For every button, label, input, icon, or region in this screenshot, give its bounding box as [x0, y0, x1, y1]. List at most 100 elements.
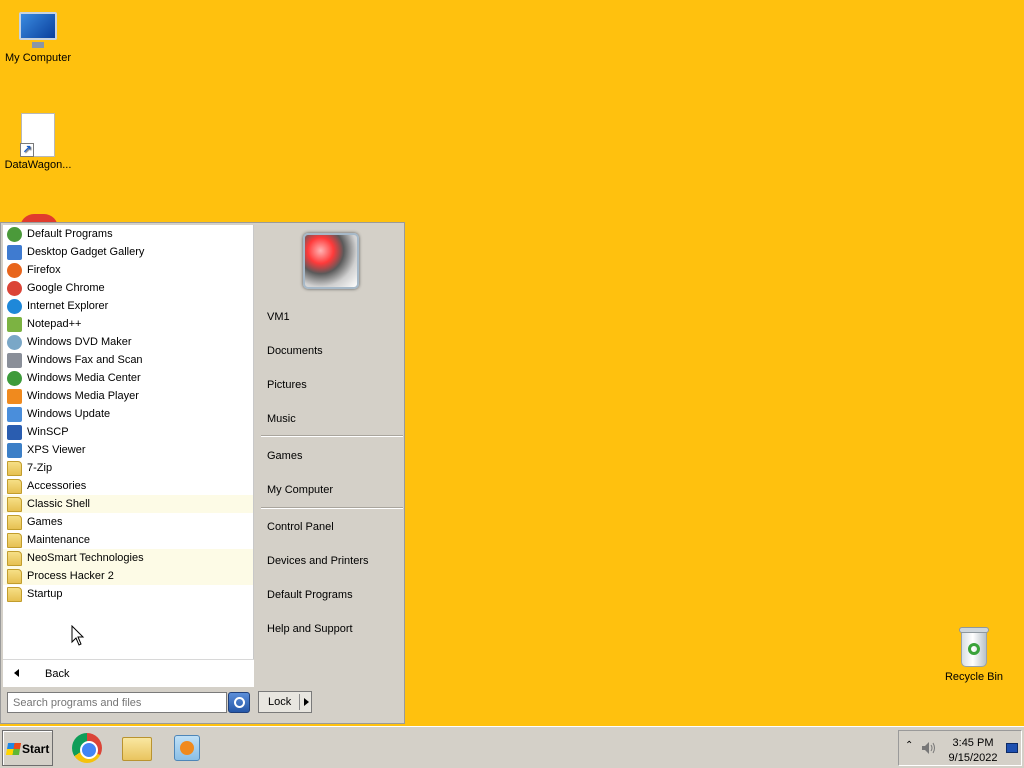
desktop-icon-datawagon[interactable]: ↗ DataWagon...: [0, 113, 78, 171]
winscp-icon: [7, 425, 22, 440]
program-item[interactable]: Default Programs: [3, 225, 253, 243]
chevron-right-icon[interactable]: [304, 698, 309, 706]
program-item-label: XPS Viewer: [27, 444, 86, 456]
program-item[interactable]: Windows Media Player: [3, 387, 253, 405]
program-item[interactable]: NeoSmart Technologies: [3, 549, 253, 567]
chrome-icon: [7, 281, 22, 296]
folder-icon: [7, 479, 22, 494]
gadget-gallery-icon: [7, 245, 22, 260]
right-item-help-support[interactable]: Help and Support: [267, 620, 405, 638]
ie-icon: [7, 299, 22, 314]
program-item[interactable]: Google Chrome: [3, 279, 253, 297]
chrome-icon: [72, 733, 102, 763]
user-avatar[interactable]: [303, 233, 359, 289]
program-item-label: 7-Zip: [27, 462, 53, 474]
back-button[interactable]: Back: [3, 659, 254, 687]
desktop-icon-label: My Computer: [4, 52, 72, 64]
right-item-control-panel[interactable]: Control Panel: [267, 518, 405, 536]
program-item[interactable]: Desktop Gadget Gallery: [3, 243, 253, 261]
computer-icon: [15, 10, 61, 50]
program-item[interactable]: Games: [3, 513, 253, 531]
search-input[interactable]: [7, 692, 227, 713]
program-item[interactable]: WinSCP: [3, 423, 253, 441]
program-item[interactable]: XPS Viewer: [3, 441, 253, 459]
program-item-label: Windows DVD Maker: [27, 336, 132, 348]
desktop-icon-recycle-bin[interactable]: Recycle Bin: [934, 625, 1014, 683]
program-item-label: Classic Shell: [27, 498, 90, 510]
program-item[interactable]: Process Hacker 2: [3, 567, 253, 585]
clock-date: 9/15/2022: [948, 752, 998, 764]
program-item-label: Games: [27, 516, 63, 528]
right-item-my-computer[interactable]: My Computer: [267, 481, 405, 499]
taskbar-media-player-button[interactable]: [170, 731, 204, 765]
search-icon[interactable]: [228, 692, 250, 713]
clock[interactable]: 3:45 PM 9/15/2022: [939, 736, 1007, 766]
folder-icon: [7, 497, 22, 512]
chevron-up-icon[interactable]: ⌃: [905, 740, 913, 751]
shortcut-file-icon: ↗: [20, 113, 55, 157]
recycle-bin-icon: [957, 625, 991, 669]
divider: [261, 507, 403, 509]
folder-icon: [7, 569, 22, 584]
program-item-label: Process Hacker 2: [27, 570, 114, 582]
back-label: Back: [45, 668, 70, 680]
lock-button[interactable]: Lock: [258, 691, 312, 713]
windows-update-icon: [7, 407, 22, 422]
default-programs-icon: [7, 227, 22, 242]
program-item-label: Default Programs: [27, 228, 113, 240]
media-center-icon: [7, 371, 22, 386]
taskbar-chrome-button[interactable]: [70, 731, 104, 765]
program-item[interactable]: Startup: [3, 585, 253, 603]
program-item-label: Maintenance: [27, 534, 90, 546]
media-player-icon: [7, 389, 22, 404]
lock-label: Lock: [268, 696, 292, 708]
program-item[interactable]: Windows Media Center: [3, 369, 253, 387]
show-desktop-icon[interactable]: [1006, 743, 1018, 753]
programs-list: Default Programs Desktop Gadget Gallery Fi…: [3, 225, 254, 659]
right-item-vm1[interactable]: VM1: [267, 308, 405, 326]
right-item-devices-printers[interactable]: Devices and Printers: [267, 552, 405, 570]
program-item-label: WinSCP: [27, 426, 69, 438]
folder-icon: [7, 533, 22, 548]
divider: [261, 435, 403, 437]
right-item-music[interactable]: Music: [267, 410, 405, 428]
program-item-label: NeoSmart Technologies: [27, 552, 144, 564]
program-item-label: Startup: [27, 588, 63, 600]
program-item[interactable]: Internet Explorer: [3, 297, 253, 315]
taskbar-explorer-button[interactable]: [120, 731, 154, 765]
program-item-label: Internet Explorer: [27, 300, 109, 312]
program-item[interactable]: Windows Update: [3, 405, 253, 423]
speaker-icon[interactable]: [921, 741, 937, 755]
notepadpp-icon: [7, 317, 22, 332]
program-item[interactable]: Windows Fax and Scan: [3, 351, 253, 369]
program-item[interactable]: 7-Zip: [3, 459, 253, 477]
folder-icon: [7, 515, 22, 530]
program-item[interactable]: Notepad++: [3, 315, 253, 333]
program-item[interactable]: Classic Shell: [3, 495, 253, 513]
desktop-icon-label: Recycle Bin: [944, 671, 1004, 683]
back-arrow-icon: [14, 669, 19, 677]
right-item-documents[interactable]: Documents: [267, 342, 405, 360]
program-item-label: Desktop Gadget Gallery: [27, 246, 145, 258]
program-item-label: Windows Media Player: [27, 390, 139, 402]
dvd-maker-icon: [7, 335, 22, 350]
right-item-pictures[interactable]: Pictures: [267, 376, 405, 394]
right-item-default-programs[interactable]: Default Programs: [267, 586, 405, 604]
start-button[interactable]: Start: [2, 730, 53, 766]
media-player-icon: [174, 735, 200, 761]
program-item-label: Windows Update: [27, 408, 111, 420]
program-item[interactable]: Firefox: [3, 261, 253, 279]
program-item[interactable]: Maintenance: [3, 531, 253, 549]
system-tray: ⌃ 3:45 PM 9/15/2022: [898, 730, 1022, 766]
folder-icon: [7, 551, 22, 566]
xps-viewer-icon: [7, 443, 22, 458]
file-explorer-icon: [122, 737, 152, 761]
desktop-icon-my-computer[interactable]: My Computer: [0, 10, 78, 64]
program-item-label: Windows Media Center: [27, 372, 141, 384]
program-item-label: Firefox: [27, 264, 61, 276]
program-item-label: Notepad++: [27, 318, 82, 330]
program-item[interactable]: Windows DVD Maker: [3, 333, 253, 351]
right-item-games[interactable]: Games: [267, 447, 405, 465]
program-item[interactable]: Accessories: [3, 477, 253, 495]
folder-icon: [7, 461, 22, 476]
